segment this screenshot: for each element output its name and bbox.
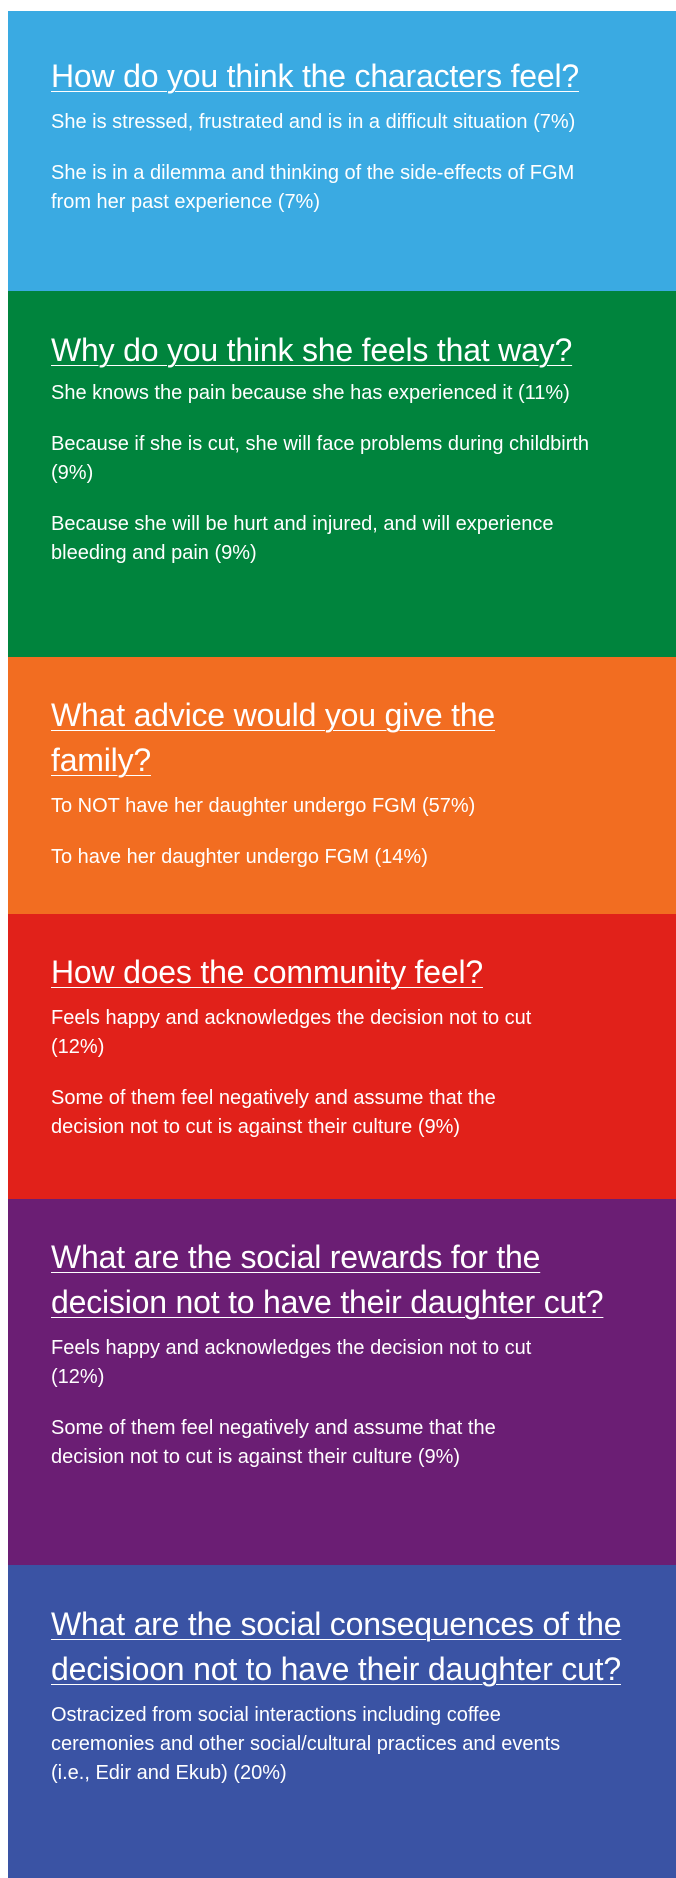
response-item: Because if she is cut, she will face pro… <box>51 433 590 484</box>
section-heading: How does the community feel? <box>51 954 483 990</box>
response-item: To have her daughter undergo FGM (14%) <box>51 846 428 868</box>
section-social-consequences: What are the social consequences of the … <box>8 1565 676 1878</box>
section-why-she-feels: Why do you think she feels that way? She… <box>8 291 676 657</box>
response-list: To NOT have her daughter undergo FGM (57… <box>51 792 640 872</box>
response-item: Some of them feel negatively and assume … <box>51 1087 496 1138</box>
response-item: She is in a dilemma and thinking of the … <box>51 162 575 213</box>
response-item: Feels happy and acknowledges the decisio… <box>51 1007 532 1058</box>
section-heading: Why do you think she feels that way? <box>51 332 573 368</box>
section-heading: What advice would you give the family? <box>51 697 496 778</box>
response-item: Feels happy and acknowledges the decisio… <box>51 1337 532 1388</box>
response-list: Feels happy and acknowledges the decisio… <box>51 1334 640 1472</box>
response-item: Because she will be hurt and injured, an… <box>51 513 554 564</box>
response-item: Some of them feel negatively and assume … <box>51 1417 496 1468</box>
response-list: Ostracized from social interactions incl… <box>51 1701 640 1788</box>
response-item: Ostracized from social interactions incl… <box>51 1704 561 1784</box>
section-heading: How do you think the characters feel? <box>51 58 580 94</box>
section-advice-family: What advice would you give the family? T… <box>8 657 676 914</box>
section-characters-feel: How do you think the characters feel? Sh… <box>8 11 676 291</box>
section-heading: What are the social consequences of the … <box>51 1606 622 1687</box>
response-list: She is stressed, frustrated and is in a … <box>51 108 640 217</box>
response-list: She knows the pain because she has exper… <box>51 379 640 568</box>
section-heading: What are the social rewards for the deci… <box>51 1239 604 1320</box>
response-item: She is stressed, frustrated and is in a … <box>51 111 576 133</box>
response-item: She knows the pain because she has exper… <box>51 382 570 404</box>
response-list: Feels happy and acknowledges the decisio… <box>51 1004 640 1142</box>
section-community-feel: How does the community feel? Feels happy… <box>8 914 676 1199</box>
section-social-rewards: What are the social rewards for the deci… <box>8 1199 676 1565</box>
response-item: To NOT have her daughter undergo FGM (57… <box>51 795 476 817</box>
